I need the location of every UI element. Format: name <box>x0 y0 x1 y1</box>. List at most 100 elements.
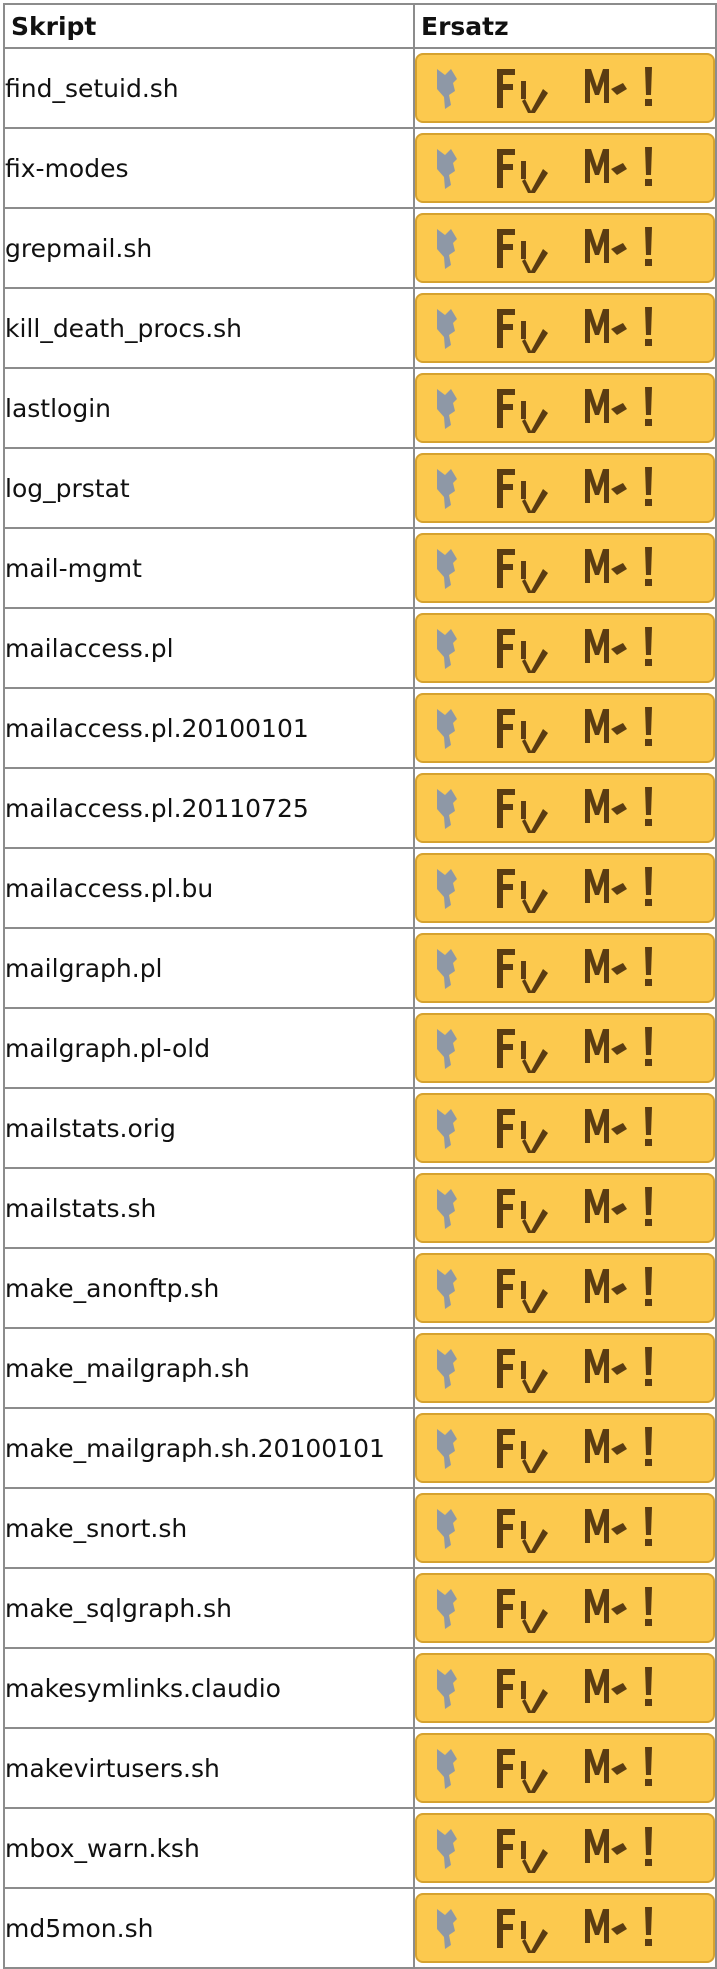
fixme-label <box>491 1023 661 1073</box>
script-name: mailgraph.pl-old <box>3 1007 415 1089</box>
fixme-badge <box>415 1813 715 1883</box>
table-row: mailaccess.pl.bu <box>3 847 717 929</box>
replacement-cell <box>413 1647 717 1729</box>
fixme-badge <box>415 1413 715 1483</box>
wrench-icon <box>431 625 465 671</box>
replacement-cell <box>413 207 717 289</box>
scripts-table: Skript Ersatz find_setuid.sh fix-modes g… <box>3 3 717 1969</box>
wrench-icon <box>431 945 465 991</box>
script-name: make_anonftp.sh <box>3 1247 415 1329</box>
wrench-icon <box>431 785 465 831</box>
fixme-label <box>491 623 661 673</box>
table-row: make_mailgraph.sh.20100101 <box>3 1407 717 1489</box>
wrench-icon <box>431 1505 465 1551</box>
fixme-badge <box>415 933 715 1003</box>
fixme-badge <box>415 213 715 283</box>
table-body: find_setuid.sh fix-modes grepmail.sh kil… <box>3 47 717 1969</box>
fixme-badge <box>415 1173 715 1243</box>
replacement-cell <box>413 1887 717 1969</box>
table-row: grepmail.sh <box>3 207 717 289</box>
wrench-icon <box>431 1585 465 1631</box>
replacement-cell <box>413 1007 717 1089</box>
fixme-badge <box>415 453 715 523</box>
header-replacement: Ersatz <box>413 3 717 49</box>
fixme-label <box>491 1263 661 1313</box>
script-name: make_mailgraph.sh <box>3 1327 415 1409</box>
script-name: mailaccess.pl.bu <box>3 847 415 929</box>
replacement-cell <box>413 1167 717 1249</box>
table-row: mailaccess.pl <box>3 607 717 689</box>
fixme-label <box>491 1583 661 1633</box>
replacement-cell <box>413 287 717 369</box>
table-row: mailaccess.pl.20100101 <box>3 687 717 769</box>
replacement-cell <box>413 607 717 689</box>
wrench-icon <box>431 1265 465 1311</box>
replacement-cell <box>413 367 717 449</box>
replacement-cell <box>413 447 717 529</box>
script-name: make_sqlgraph.sh <box>3 1567 415 1649</box>
replacement-cell <box>413 1327 717 1409</box>
fixme-label <box>491 1343 661 1393</box>
script-name: mbox_warn.ksh <box>3 1807 415 1889</box>
script-name: make_snort.sh <box>3 1487 415 1569</box>
wrench-icon <box>431 1345 465 1391</box>
wrench-icon <box>431 1425 465 1471</box>
table-row: mailgraph.pl-old <box>3 1007 717 1089</box>
script-name: kill_death_procs.sh <box>3 287 415 369</box>
table-row: log_prstat <box>3 447 717 529</box>
fixme-label <box>491 223 661 273</box>
fixme-label <box>491 703 661 753</box>
script-name: makevirtusers.sh <box>3 1727 415 1809</box>
replacement-cell <box>413 1567 717 1649</box>
replacement-cell <box>413 527 717 609</box>
fixme-badge <box>415 1573 715 1643</box>
wrench-icon <box>431 1185 465 1231</box>
replacement-cell <box>413 1727 717 1809</box>
fixme-label <box>491 1103 661 1153</box>
fixme-badge <box>415 1093 715 1163</box>
table-row: make_anonftp.sh <box>3 1247 717 1329</box>
wrench-icon <box>431 865 465 911</box>
script-name: mailstats.sh <box>3 1167 415 1249</box>
fixme-label <box>491 543 661 593</box>
table-row: mailgraph.pl <box>3 927 717 1009</box>
wrench-icon <box>431 145 465 191</box>
replacement-cell <box>413 847 717 929</box>
table-row: makevirtusers.sh <box>3 1727 717 1809</box>
replacement-cell <box>413 1487 717 1569</box>
fixme-label <box>491 143 661 193</box>
wrench-icon <box>431 65 465 111</box>
table-row: make_sqlgraph.sh <box>3 1567 717 1649</box>
wrench-icon <box>431 1665 465 1711</box>
fixme-badge <box>415 853 715 923</box>
replacement-cell <box>413 927 717 1009</box>
fixme-label <box>491 863 661 913</box>
fixme-label <box>491 943 661 993</box>
script-name: mailaccess.pl <box>3 607 415 689</box>
replacement-cell <box>413 127 717 209</box>
fixme-badge <box>415 293 715 363</box>
fixme-label <box>491 63 661 113</box>
fixme-label <box>491 1823 661 1873</box>
script-name: mailgraph.pl <box>3 927 415 1009</box>
fixme-label <box>491 1903 661 1953</box>
fixme-label <box>491 1183 661 1233</box>
script-name: mail-mgmt <box>3 527 415 609</box>
fixme-label <box>491 463 661 513</box>
script-name: lastlogin <box>3 367 415 449</box>
wrench-icon <box>431 1825 465 1871</box>
fixme-badge <box>415 533 715 603</box>
fixme-badge <box>415 773 715 843</box>
script-name: find_setuid.sh <box>3 47 415 129</box>
wrench-icon <box>431 705 465 751</box>
table-row: find_setuid.sh <box>3 47 717 129</box>
fixme-badge <box>415 1333 715 1403</box>
table-row: mailaccess.pl.20110725 <box>3 767 717 849</box>
fixme-badge <box>415 1653 715 1723</box>
table-row: md5mon.sh <box>3 1887 717 1969</box>
script-name: mailaccess.pl.20100101 <box>3 687 415 769</box>
fixme-badge <box>415 1013 715 1083</box>
replacement-cell <box>413 47 717 129</box>
table-row: kill_death_procs.sh <box>3 287 717 369</box>
table-row: fix-modes <box>3 127 717 209</box>
